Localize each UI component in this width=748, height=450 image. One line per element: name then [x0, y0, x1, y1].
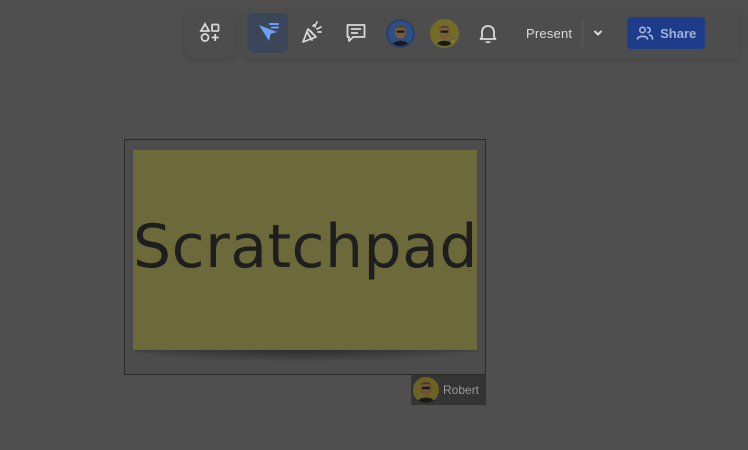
chevron-down-icon	[594, 30, 603, 36]
main-toolbar: Present Share	[242, 8, 740, 58]
cursor-chat-icon	[259, 23, 279, 41]
avatar	[385, 18, 415, 48]
collaborator-avatar-1[interactable]	[380, 13, 420, 53]
presence-indicator	[449, 37, 457, 46]
sticky-note[interactable]: Scratchpad	[133, 150, 478, 350]
notifications-button[interactable]	[468, 13, 508, 53]
share-label: Share	[660, 25, 697, 41]
celebrate-button[interactable]	[292, 13, 332, 53]
collaborator-cursor-label: Robert	[411, 375, 486, 405]
comments-icon	[346, 24, 366, 42]
avatar	[429, 18, 459, 48]
shapes-add-button[interactable]	[190, 13, 230, 53]
selected-frame[interactable]: Scratchpad	[124, 139, 486, 375]
shapes-add-icon	[199, 22, 220, 42]
sticky-note-text[interactable]: Scratchpad	[133, 212, 478, 282]
celebrate-icon	[302, 21, 322, 43]
user-photo-icon	[387, 20, 413, 46]
insert-toolbar	[185, 8, 235, 58]
collaborator-avatar-2[interactable]	[424, 13, 464, 53]
cursor-user-name: Robert	[443, 383, 480, 397]
present-button[interactable]: Present	[512, 26, 582, 41]
cursor-chat-button[interactable]	[248, 13, 288, 53]
present-options-button[interactable]	[583, 13, 613, 53]
user-photo-icon	[413, 377, 439, 403]
comments-button[interactable]	[336, 13, 376, 53]
people-icon	[636, 26, 654, 40]
share-button[interactable]: Share	[627, 17, 706, 49]
cursor-avatar	[413, 377, 439, 403]
bell-icon	[479, 25, 497, 44]
